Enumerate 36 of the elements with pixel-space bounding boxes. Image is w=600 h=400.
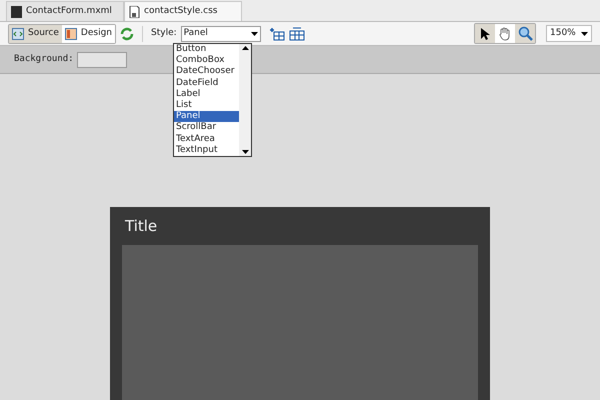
dropdown-option[interactable]: Panel — [174, 111, 239, 122]
dropdown-option[interactable]: List — [174, 100, 239, 112]
pointer-icon — [479, 26, 491, 40]
view-mode-button[interactable]: Source — [9, 24, 62, 42]
dropdown-option[interactable]: DateChooser — [174, 66, 239, 78]
tool-button[interactable] — [495, 24, 515, 43]
panel-title: Title — [124, 216, 158, 237]
tool-button[interactable] — [475, 24, 495, 43]
refresh-icon[interactable] — [120, 26, 134, 40]
style-label: Style: — [151, 26, 177, 40]
view-mode-button[interactable]: Design — [62, 24, 115, 42]
grid-icon[interactable] — [288, 26, 305, 40]
editor-tab[interactable]: contactStyle.css — [124, 1, 242, 21]
dropdown-option[interactable]: TextArea — [174, 134, 239, 145]
layout-icon — [64, 28, 77, 40]
hand-icon — [498, 26, 512, 40]
dropdown-option[interactable]: ComboBox — [174, 55, 239, 66]
dropdown-option[interactable]: ScrollBar — [174, 122, 239, 134]
magnifier-icon — [518, 26, 532, 41]
document-icon — [129, 6, 140, 18]
editor-tab[interactable]: ContactForm.mxml — [6, 1, 124, 21]
file-icon — [11, 6, 22, 18]
background-label: Background: — [14, 52, 74, 66]
caret-icon — [581, 32, 588, 36]
caret-icon — [250, 32, 258, 36]
code-icon — [12, 28, 24, 40]
dropdown-option[interactable]: Label — [174, 88, 239, 100]
dropdown-option[interactable]: DateField — [174, 78, 239, 89]
dropdown-option[interactable]: TextInput — [174, 144, 239, 156]
scrollbar[interactable] — [239, 44, 251, 156]
zoom-dropdown[interactable]: 150% — [546, 25, 592, 42]
dropdown-option[interactable]: Button — [174, 44, 239, 56]
add-grid-icon[interactable] — [268, 26, 285, 40]
background-field[interactable] — [76, 52, 127, 68]
scroll-down-icon[interactable] — [242, 150, 248, 154]
style-dropdown[interactable]: Panel — [180, 26, 261, 42]
